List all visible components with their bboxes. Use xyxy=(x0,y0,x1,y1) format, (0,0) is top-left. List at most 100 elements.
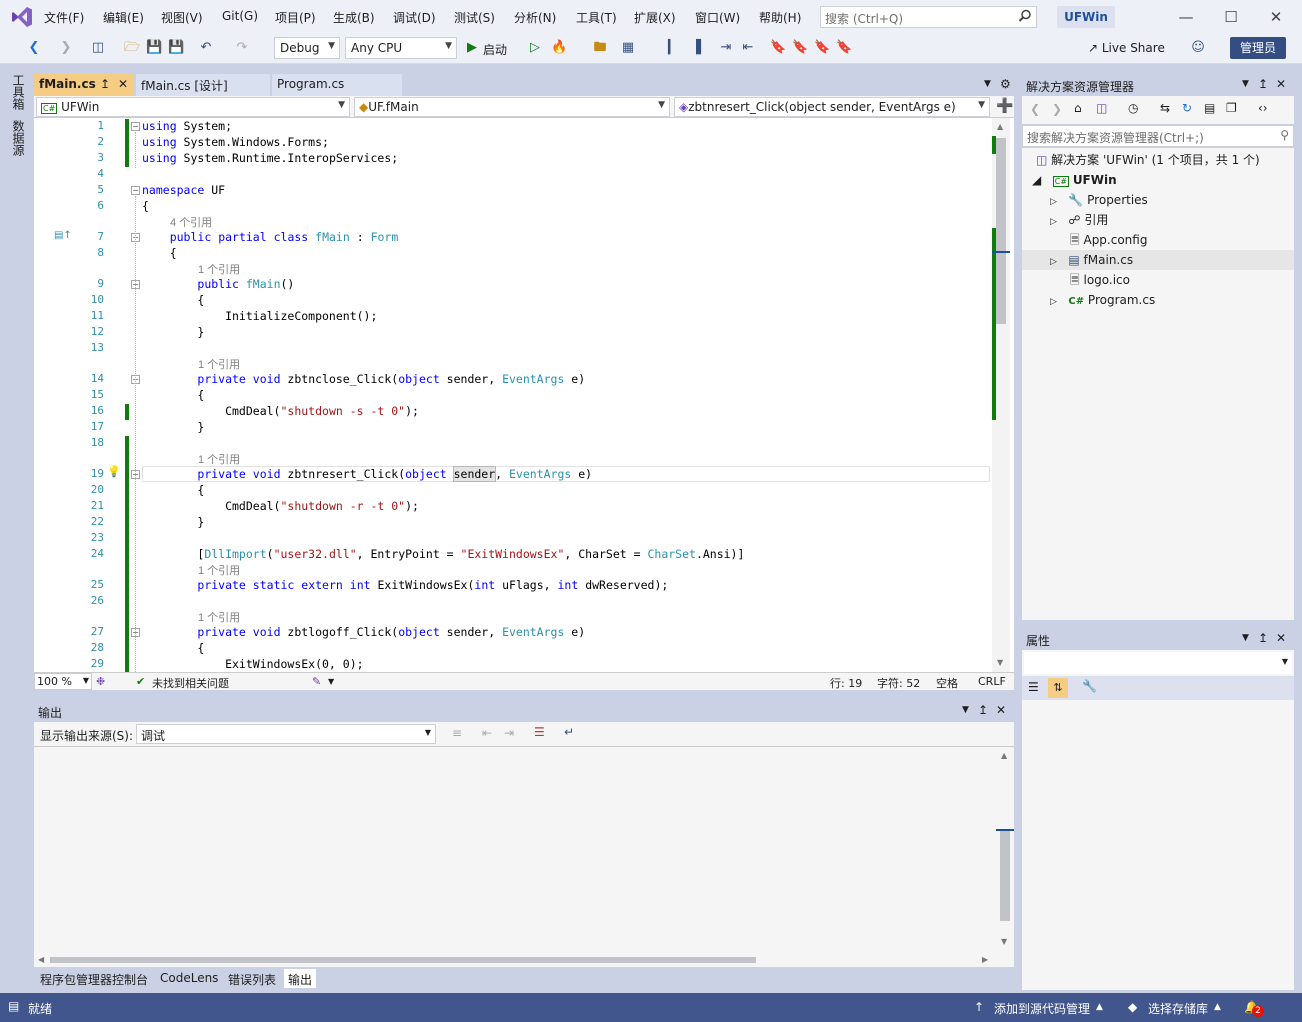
tab-package-manager-console[interactable]: 程序包管理器控制台 xyxy=(36,969,152,988)
toolbox-tab[interactable]: 工具箱 xyxy=(10,74,27,110)
menu-project[interactable]: 项目(P) xyxy=(275,9,316,26)
bookmark-icon[interactable]: 🔖 xyxy=(770,40,786,56)
zoom-select[interactable]: 100 % ▼ xyxy=(34,673,92,690)
menu-analyze[interactable]: 分析(N) xyxy=(514,9,556,26)
menu-edit[interactable]: 编辑(E) xyxy=(103,9,144,26)
tree-solution-node[interactable]: ◫ 解决方案 'UFWin' (1 个项目，共 1 个) xyxy=(1036,150,1260,170)
close-window-icon[interactable]: ✕ xyxy=(1264,6,1288,28)
scroll-down-icon[interactable]: ▼ xyxy=(997,658,1003,667)
fold-toggle[interactable]: − xyxy=(131,122,140,131)
tab-fmain-designer[interactable]: fMain.cs [设计] xyxy=(136,74,270,96)
back-icon[interactable]: ❮ xyxy=(26,40,42,56)
outdent-icon[interactable]: ⇤ xyxy=(740,40,756,56)
new-project-icon[interactable]: ◫ xyxy=(90,40,106,56)
tree-project-node[interactable]: ◢ C# UFWin xyxy=(1032,170,1117,190)
tree-item-fmain[interactable]: ▷ ▤ fMain.cs xyxy=(1022,250,1294,270)
home-icon[interactable]: ⌂ xyxy=(1074,101,1082,115)
align-left-icon[interactable]: ▎ xyxy=(665,40,681,56)
start-button[interactable]: 启动 xyxy=(483,41,507,58)
indent-icon[interactable]: ⇥ xyxy=(718,40,734,56)
panel-menu-icon[interactable]: ▼ xyxy=(1242,79,1249,89)
feedback-icon[interactable]: ☺ xyxy=(1190,40,1206,56)
open-folder-icon[interactable]: 🗁 xyxy=(124,40,140,56)
menu-build[interactable]: 生成(B) xyxy=(333,9,375,26)
collapse-all-icon[interactable]: ▤ xyxy=(1204,101,1215,115)
close-panel-icon[interactable]: ✕ xyxy=(1276,631,1286,645)
menu-extensions[interactable]: 扩展(X) xyxy=(634,9,676,26)
issues-status[interactable]: 未找到相关问题 xyxy=(152,675,229,691)
datasources-tab[interactable]: 数据源 xyxy=(10,120,27,156)
start-icon[interactable]: ▶ xyxy=(464,40,480,56)
editor-vertical-scrollbar[interactable]: ▲ ▼ xyxy=(992,118,1010,672)
eol-indicator[interactable]: CRLF xyxy=(978,675,1006,688)
member-nav-select[interactable]: ◈zbtnresert_Click(object sender, EventAr… xyxy=(674,97,990,117)
save-all-icon[interactable]: 💾 xyxy=(168,40,184,56)
pin-icon[interactable]: ↥ xyxy=(1258,77,1268,91)
add-to-source-control-button[interactable]: 添加到源代码管理 xyxy=(994,1000,1090,1017)
codelens-refs[interactable]: 4 个引用 xyxy=(170,214,212,230)
tab-program-cs[interactable]: Program.cs xyxy=(272,74,402,96)
scroll-up-icon[interactable]: ▲ xyxy=(1001,751,1007,760)
prev-message-icon[interactable]: ⇤ xyxy=(482,726,492,740)
scroll-thumb[interactable] xyxy=(50,957,756,963)
tree-item-logo[interactable]: 🗏 logo.ico xyxy=(1070,270,1130,290)
alphabetical-icon[interactable]: ⇅ xyxy=(1048,678,1068,698)
tree-item-appconfig[interactable]: 🗏 App.config xyxy=(1070,230,1147,250)
scroll-up-icon[interactable]: ▲ xyxy=(997,122,1003,131)
code-editor[interactable]: 1 2 3 4 5 6 7 8 9 10 11 12 13 14 15 16 1… xyxy=(34,118,1014,672)
platform-select[interactable]: Any CPU ▼ xyxy=(345,37,457,59)
tab-error-list[interactable]: 错误列表 xyxy=(224,969,280,988)
menu-git[interactable]: Git(G) xyxy=(222,9,258,23)
tree-item-program[interactable]: ▷ C# Program.cs xyxy=(1050,290,1155,310)
next-message-icon[interactable]: ⇥ xyxy=(504,726,514,740)
close-panel-icon[interactable]: ✕ xyxy=(1276,77,1286,91)
bookmark-prev-icon[interactable]: 🔖 xyxy=(792,40,808,56)
lightbulb-icon[interactable]: 💡 xyxy=(107,465,121,478)
chevron-up-icon[interactable]: ▲ xyxy=(1214,1002,1221,1012)
refresh-icon[interactable]: ↻ xyxy=(1182,101,1192,115)
back-icon[interactable]: ❮ xyxy=(1030,102,1040,116)
menu-window[interactable]: 窗口(W) xyxy=(695,9,740,26)
property-pages-icon[interactable]: 🔧 xyxy=(1082,679,1097,693)
implementation-glyph-icon[interactable]: ▤↑ xyxy=(54,230,72,241)
menu-debug[interactable]: 调试(D) xyxy=(393,9,436,26)
solution-search-input[interactable]: 搜索解决方案资源管理器(Ctrl+;) ⚲ xyxy=(1022,125,1294,147)
find-message-icon[interactable]: ≡ xyxy=(452,726,462,740)
bookmark-clear-icon[interactable]: 🔖 xyxy=(836,40,852,56)
scroll-right-icon[interactable]: ▶ xyxy=(982,955,988,964)
spacing-indicator[interactable]: 空格 xyxy=(936,675,958,691)
switch-views-icon[interactable]: ◫ xyxy=(1096,101,1107,115)
tree-item-references[interactable]: ▷ ☍ 引用 xyxy=(1050,210,1108,230)
word-wrap-icon[interactable]: ↵ xyxy=(564,725,574,739)
live-share-button[interactable]: ↗ Live Share xyxy=(1088,41,1165,55)
admin-badge[interactable]: 管理员 xyxy=(1230,37,1286,59)
search-input[interactable]: 搜索 (Ctrl+Q) xyxy=(820,6,1037,28)
menu-help[interactable]: 帮助(H) xyxy=(759,9,801,26)
settings-gear-icon[interactable]: ⚙ xyxy=(1000,77,1011,91)
output-horizontal-scrollbar[interactable]: ◀ ▶ xyxy=(34,953,996,967)
copilot-icon[interactable]: ❉ xyxy=(96,675,105,688)
cleanup-brush-icon[interactable]: ✎ xyxy=(312,675,321,688)
close-panel-icon[interactable]: ✕ xyxy=(996,703,1006,717)
layout-icon[interactable]: ▦ xyxy=(620,40,636,56)
pin-icon[interactable]: ↥ xyxy=(100,77,110,91)
scroll-left-icon[interactable]: ◀ xyxy=(38,955,44,964)
close-tab-icon[interactable]: ✕ xyxy=(118,77,128,91)
bookmark-next-icon[interactable]: 🔖 xyxy=(814,40,830,56)
maximize-icon[interactable]: ☐ xyxy=(1219,6,1243,28)
forward-icon[interactable]: ❯ xyxy=(58,40,74,56)
save-icon[interactable]: 💾 xyxy=(146,40,162,56)
start-without-debug-icon[interactable]: ▷ xyxy=(527,40,543,56)
project-nav-select[interactable]: C# UFWin ▼ xyxy=(36,97,350,117)
select-repo-button[interactable]: 选择存储库 xyxy=(1148,1000,1208,1017)
output-vertical-scrollbar[interactable]: ▲ ▼ xyxy=(996,747,1014,953)
row-indicator[interactable]: 行: 19 xyxy=(830,675,862,691)
fold-toggle[interactable]: − xyxy=(131,186,140,195)
tab-output[interactable]: 输出 xyxy=(284,969,317,988)
view-code-icon[interactable]: ‹› xyxy=(1258,101,1268,115)
show-all-files-icon[interactable]: ❐ xyxy=(1226,101,1237,115)
split-editor-icon[interactable]: ➕ xyxy=(996,98,1013,114)
scroll-thumb[interactable] xyxy=(996,138,1006,324)
panel-menu-icon[interactable]: ▼ xyxy=(962,705,969,715)
menu-tools[interactable]: 工具(T) xyxy=(576,9,617,26)
